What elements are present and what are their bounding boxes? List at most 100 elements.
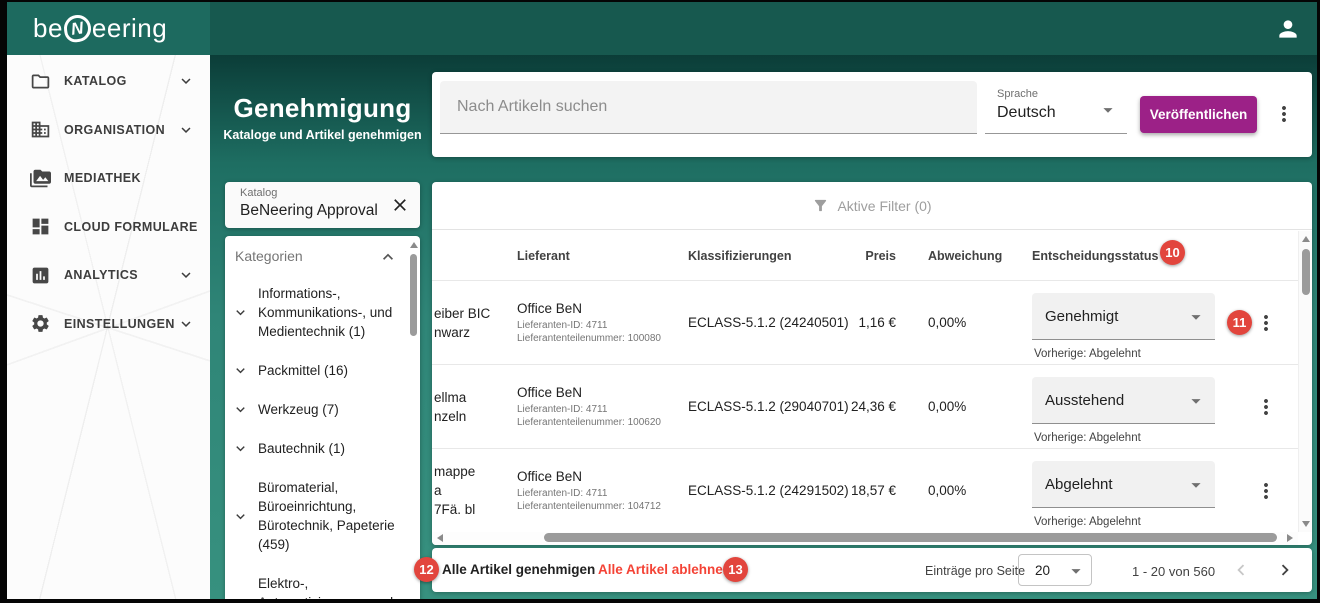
categories-scrollbar[interactable] bbox=[408, 242, 419, 599]
chevron-up-icon[interactable] bbox=[378, 247, 398, 267]
logo-suffix: eering bbox=[92, 13, 167, 44]
kebab-menu-icon[interactable] bbox=[1272, 102, 1296, 126]
active-filters-bar[interactable]: Aktive Filter (0) bbox=[432, 182, 1312, 230]
sidebar-item-analytics[interactable]: ANALYTICS bbox=[7, 251, 210, 300]
page-title-block: Genehmigung Kataloge und Artikel genehmi… bbox=[220, 93, 425, 142]
supplier-cell: Office BeN Lieferanten-ID: 4711 Lieferan… bbox=[517, 281, 685, 364]
status-value: Ausstehend bbox=[1045, 392, 1124, 409]
chevron-down-icon bbox=[177, 121, 195, 139]
chevron-down-icon[interactable] bbox=[232, 401, 249, 418]
category-item[interactable]: Packmittel (16) bbox=[225, 351, 406, 390]
scrollbar-thumb[interactable] bbox=[1302, 249, 1310, 295]
column-header-classification: Klassifizierungen bbox=[688, 249, 792, 263]
catalog-value: BeNeering Approval bbox=[240, 202, 378, 220]
sidebar-item-label: EINSTELLUNGEN bbox=[64, 317, 175, 331]
logo-emblem-icon: N bbox=[62, 13, 92, 43]
status-select[interactable]: Ausstehend bbox=[1032, 377, 1215, 424]
previous-status: Vorherige: Abgelehnt bbox=[1034, 516, 1141, 528]
scroll-left-arrow-icon[interactable] bbox=[437, 534, 443, 542]
supplier-id: Lieferanten-ID: 4711 bbox=[517, 319, 685, 332]
chevron-down-icon[interactable] bbox=[232, 362, 249, 379]
page-subtitle: Kataloge und Artikel genehmigen bbox=[220, 128, 425, 142]
catalog-label: Katalog bbox=[240, 187, 277, 199]
supplier-id: Lieferanten-ID: 4711 bbox=[517, 487, 685, 500]
price-cell: 24,36 € bbox=[822, 365, 896, 448]
previous-page-button[interactable] bbox=[1230, 559, 1252, 581]
scroll-right-arrow-icon[interactable] bbox=[1287, 534, 1293, 542]
approve-all-button[interactable]: Alle Artikel genehmigen bbox=[442, 562, 595, 577]
close-icon[interactable] bbox=[390, 195, 410, 215]
table-row: mappe a 7Fä. bl Office BeN Lieferanten-I… bbox=[432, 448, 1298, 532]
supplier-name: Office BeN bbox=[517, 385, 685, 400]
status-select[interactable]: Genehmigt bbox=[1032, 293, 1215, 340]
search-card: Sprache Deutsch Veröffentlichen bbox=[432, 72, 1312, 157]
article-name-clipped: ellma nzeln bbox=[434, 365, 466, 448]
status-value: Genehmigt bbox=[1045, 308, 1118, 325]
sidebar-item-katalog[interactable]: KATALOG bbox=[7, 57, 210, 106]
row-kebab-menu-icon[interactable] bbox=[1254, 311, 1278, 335]
logo-prefix: be bbox=[33, 13, 63, 44]
deviation-cell: 0,00% bbox=[928, 281, 966, 364]
article-name-clipped: eiber BIC nwarz bbox=[434, 281, 490, 364]
annotation-badge-12: 12 bbox=[414, 557, 439, 582]
supplier-name: Office BeN bbox=[517, 469, 685, 484]
sidebar-item-label: MEDIATHEK bbox=[64, 171, 141, 185]
supplier-name: Office BeN bbox=[517, 301, 685, 316]
scrollbar-thumb[interactable] bbox=[544, 533, 1277, 542]
row-kebab-menu-icon[interactable] bbox=[1254, 479, 1278, 503]
dashboard-icon bbox=[30, 216, 51, 237]
chevron-down-icon bbox=[1185, 474, 1207, 496]
sidebar-item-mediathek[interactable]: MEDIATHEK bbox=[7, 154, 210, 203]
catalog-filter-chip[interactable]: Katalog BeNeering Approval bbox=[225, 182, 420, 228]
page-size-select[interactable]: 20 bbox=[1018, 554, 1092, 586]
folder-icon bbox=[30, 71, 51, 92]
deviation-cell: 0,00% bbox=[928, 449, 966, 532]
sidebar-item-cloud-formulare[interactable]: CLOUD FORMULARE bbox=[7, 203, 210, 252]
scroll-up-arrow-icon[interactable] bbox=[1302, 236, 1310, 242]
main-content: Genehmigung Kataloge und Artikel genehmi… bbox=[210, 55, 1317, 599]
article-name-clipped: mappe a 7Fä. bl bbox=[434, 449, 475, 532]
table-vertical-scrollbar[interactable] bbox=[1298, 231, 1312, 532]
next-page-button[interactable] bbox=[1274, 559, 1296, 581]
language-select[interactable]: Sprache Deutsch bbox=[985, 81, 1127, 134]
filter-funnel-icon bbox=[812, 197, 829, 214]
logo-band: beNeering bbox=[7, 2, 210, 55]
category-item[interactable]: Informations-, Kommunikations-, und Medi… bbox=[225, 274, 406, 351]
sidebar: KATALOG ORGANISATION MEDIATHEK CLOUD FOR… bbox=[7, 55, 210, 599]
app-window: beNeering KATALOG ORGANISATION MEDIATHEK… bbox=[7, 2, 1317, 599]
category-label: Werkzeug (7) bbox=[258, 400, 404, 419]
chevron-down-icon[interactable] bbox=[232, 440, 249, 457]
gear-icon bbox=[30, 313, 51, 334]
sidebar-item-einstellungen[interactable]: EINSTELLUNGEN bbox=[7, 300, 210, 349]
scroll-up-arrow-icon[interactable] bbox=[410, 242, 418, 248]
chevron-down-icon bbox=[177, 266, 195, 284]
publish-button[interactable]: Veröffentlichen bbox=[1140, 96, 1257, 133]
chevron-down-icon[interactable] bbox=[232, 304, 249, 321]
row-kebab-menu-icon[interactable] bbox=[1254, 395, 1278, 419]
page-title: Genehmigung bbox=[220, 93, 425, 124]
column-header-deviation: Abweichung bbox=[928, 249, 1002, 263]
annotation-badge-13: 13 bbox=[723, 557, 748, 582]
top-bar: beNeering bbox=[7, 2, 1317, 55]
reject-all-button[interactable]: Alle Artikel ablehnen bbox=[598, 562, 731, 577]
status-select[interactable]: Abgelehnt bbox=[1032, 461, 1215, 508]
pagination-range: 1 - 20 von 560 bbox=[1132, 564, 1215, 579]
category-label: Elektro-, Automatisierungs- und Prozessl… bbox=[258, 574, 404, 599]
category-item[interactable]: Bautechnik (1) bbox=[225, 429, 406, 468]
beneering-logo: beNeering bbox=[33, 13, 167, 44]
sidebar-item-organisation[interactable]: ORGANISATION bbox=[7, 106, 210, 155]
column-header-price: Preis bbox=[828, 249, 896, 263]
sidebar-item-label: KATALOG bbox=[64, 74, 127, 88]
scrollbar-thumb[interactable] bbox=[410, 254, 417, 336]
category-item[interactable]: Elektro-, Automatisierungs- und Prozessl… bbox=[225, 564, 406, 599]
category-item[interactable]: Büromaterial, Büroeinrichtung, Bürotechn… bbox=[225, 468, 406, 564]
table-horizontal-scrollbar[interactable] bbox=[432, 532, 1298, 545]
category-item[interactable]: Werkzeug (7) bbox=[225, 390, 406, 429]
chevron-down-icon[interactable] bbox=[232, 508, 249, 525]
category-label: Bautechnik (1) bbox=[258, 439, 404, 458]
scroll-down-arrow-icon[interactable] bbox=[1302, 521, 1310, 527]
chevron-down-icon[interactable] bbox=[232, 594, 249, 599]
user-icon[interactable] bbox=[1275, 16, 1301, 42]
category-label: Packmittel (16) bbox=[258, 361, 404, 380]
search-input[interactable] bbox=[440, 81, 977, 134]
